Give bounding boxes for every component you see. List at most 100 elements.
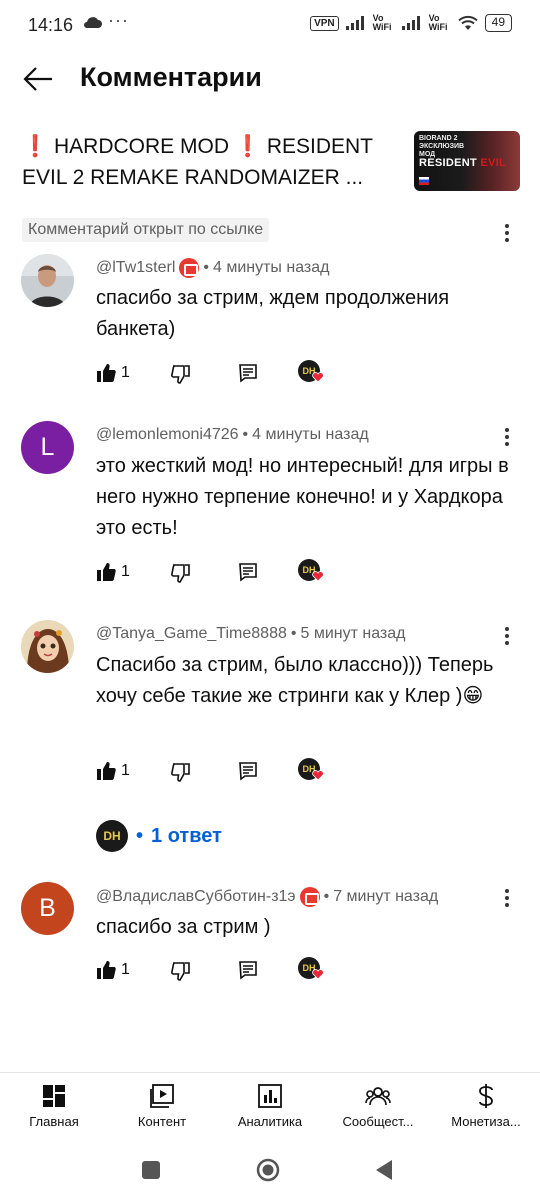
- back-arrow-icon[interactable]: [22, 64, 54, 94]
- like-count: 1: [121, 961, 130, 978]
- analytics-icon: [258, 1084, 282, 1108]
- dollar-icon: [479, 1084, 493, 1108]
- recent-apps-icon[interactable]: [138, 1157, 164, 1183]
- comment-text: спасибо за стрим ): [96, 916, 271, 938]
- content-icon: [150, 1084, 174, 1108]
- thumbs-down-icon[interactable]: [170, 761, 192, 783]
- reply-icon[interactable]: [238, 363, 258, 383]
- avatar[interactable]: [21, 254, 74, 307]
- meta-separator: •: [203, 259, 209, 276]
- heart-icon: [312, 969, 324, 980]
- comment-author[interactable]: @lemonlemoni4726: [96, 426, 239, 444]
- thumbs-down-icon[interactable]: [170, 562, 192, 584]
- comment-actions: 1 DH: [96, 360, 336, 390]
- nav-home[interactable]: Главная: [0, 1083, 108, 1129]
- nav-label: Сообщест...: [342, 1114, 414, 1129]
- signal-icon-2: [401, 16, 420, 30]
- like-button[interactable]: 1: [96, 761, 130, 781]
- replies-count: 1 ответ: [151, 824, 222, 847]
- exclamation-icon: ❗: [22, 135, 49, 158]
- avatar[interactable]: [21, 620, 74, 673]
- comment-actions: 1 DH: [96, 758, 336, 787]
- nav-content[interactable]: Контент: [108, 1083, 216, 1129]
- status-more-dots: ···: [108, 10, 129, 30]
- more-options-icon[interactable]: [502, 426, 512, 448]
- like-count: 1: [121, 364, 130, 381]
- home-circle-icon[interactable]: [255, 1157, 281, 1183]
- avatar[interactable]: L: [21, 421, 74, 474]
- vpn-icon: VPN: [310, 15, 339, 31]
- comment-author[interactable]: @ВладиславСубботин-з1э: [96, 888, 296, 906]
- back-triangle-icon[interactable]: [372, 1157, 398, 1183]
- heart-icon: [312, 770, 324, 781]
- user-photo-icon: [21, 620, 74, 673]
- more-options-icon[interactable]: [502, 625, 512, 647]
- app-header: Комментарии: [0, 52, 540, 108]
- creator-heart: DH: [298, 360, 328, 390]
- nav-community[interactable]: Сообщест...: [324, 1083, 432, 1129]
- thumbs-up-icon: [97, 364, 116, 382]
- comment-author[interactable]: @Tanya_Game_Time8888: [96, 625, 287, 643]
- more-options-icon[interactable]: [502, 887, 512, 909]
- thumbs-down-icon[interactable]: [170, 363, 192, 385]
- nav-analytics[interactable]: Аналитика: [216, 1083, 324, 1129]
- avatar[interactable]: B: [21, 882, 74, 935]
- community-icon: [365, 1087, 391, 1106]
- meta-separator: •: [290, 625, 297, 642]
- wifi-icon: [457, 15, 478, 30]
- comment-text: это жесткий мод! но интересный! для игры…: [96, 455, 509, 539]
- video-title[interactable]: ❗ HARDCORE MOD ❗ RESIDENT EVIL 2 REMAKE …: [22, 131, 402, 193]
- member-badge-icon: [179, 258, 200, 278]
- thumbs-up-icon: [97, 961, 116, 979]
- reply-icon[interactable]: [238, 562, 258, 582]
- status-right: VPN Vo WiFi Vo WiFi 49: [310, 14, 512, 32]
- like-button[interactable]: 1: [96, 960, 130, 980]
- nav-label: Монетиза...: [451, 1114, 521, 1129]
- thumbs-down-icon[interactable]: [170, 960, 192, 982]
- creator-avatar: DH: [96, 820, 128, 852]
- comment-author[interactable]: @lTw1sterl: [96, 259, 175, 277]
- meta-separator: •: [242, 426, 249, 443]
- thumbs-up-icon: [97, 762, 116, 780]
- comment-time: 5 минут назад: [300, 625, 406, 642]
- vowifi-icon-2: Vo WiFi: [428, 13, 448, 32]
- nav-label: Контент: [137, 1114, 187, 1129]
- status-time: 14:16: [28, 15, 74, 35]
- view-replies-button[interactable]: DH • 1 ответ: [96, 820, 222, 852]
- thumb-brand-1: RESIDENT: [419, 157, 481, 169]
- like-button[interactable]: 1: [96, 363, 130, 383]
- nav-monetization[interactable]: Монетиза...: [432, 1083, 540, 1129]
- nav-label: Главная: [29, 1114, 79, 1129]
- like-button[interactable]: 1: [96, 562, 130, 582]
- creator-heart: DH: [298, 957, 328, 987]
- thumb-caption: BIORAND 2 ЭКСКЛЮЗИВ МОД: [419, 135, 465, 158]
- user-photo-icon: [21, 254, 74, 307]
- comment-text: Спасибо за стрим, было классно))) Теперь…: [96, 654, 494, 707]
- replies-dot: •: [136, 824, 144, 847]
- comment-time: 7 минут назад: [333, 888, 439, 905]
- thumb-brand: RESIDENT EVIL: [419, 157, 506, 169]
- like-count: 1: [121, 762, 130, 779]
- linked-comment-badge: Комментарий открыт по ссылке: [22, 218, 270, 242]
- more-options-icon[interactable]: [502, 222, 512, 244]
- nav-label: Аналитика: [237, 1114, 303, 1129]
- russian-flag-icon: [419, 177, 429, 185]
- exclamation-icon-2: ❗: [234, 135, 261, 158]
- heart-icon: [312, 372, 324, 383]
- cloud-icon: [84, 17, 102, 28]
- system-navigation: [0, 1142, 540, 1200]
- comment-time: 4 минуты назад: [252, 426, 369, 443]
- video-thumbnail[interactable]: BIORAND 2 ЭКСКЛЮЗИВ МОД RESIDENT EVIL: [414, 131, 520, 191]
- video-title-text-1: HARDCORE MOD: [48, 135, 235, 158]
- reply-icon[interactable]: [238, 761, 258, 781]
- reply-icon[interactable]: [238, 960, 258, 980]
- vowifi-icon: Vo WiFi: [372, 13, 392, 32]
- thumb-brand-2: EVIL: [480, 157, 507, 169]
- comment-time: 4 минуты назад: [212, 259, 330, 276]
- battery-icon: 49: [484, 14, 512, 32]
- meta-separator: •: [323, 888, 330, 905]
- signal-icon: [345, 16, 364, 30]
- comment-meta: @lTw1sterl • 4 минуты назад: [96, 258, 330, 278]
- creator-heart: DH: [298, 559, 328, 589]
- comment-meta: @lemonlemoni4726 • 4 минуты назад: [96, 426, 369, 444]
